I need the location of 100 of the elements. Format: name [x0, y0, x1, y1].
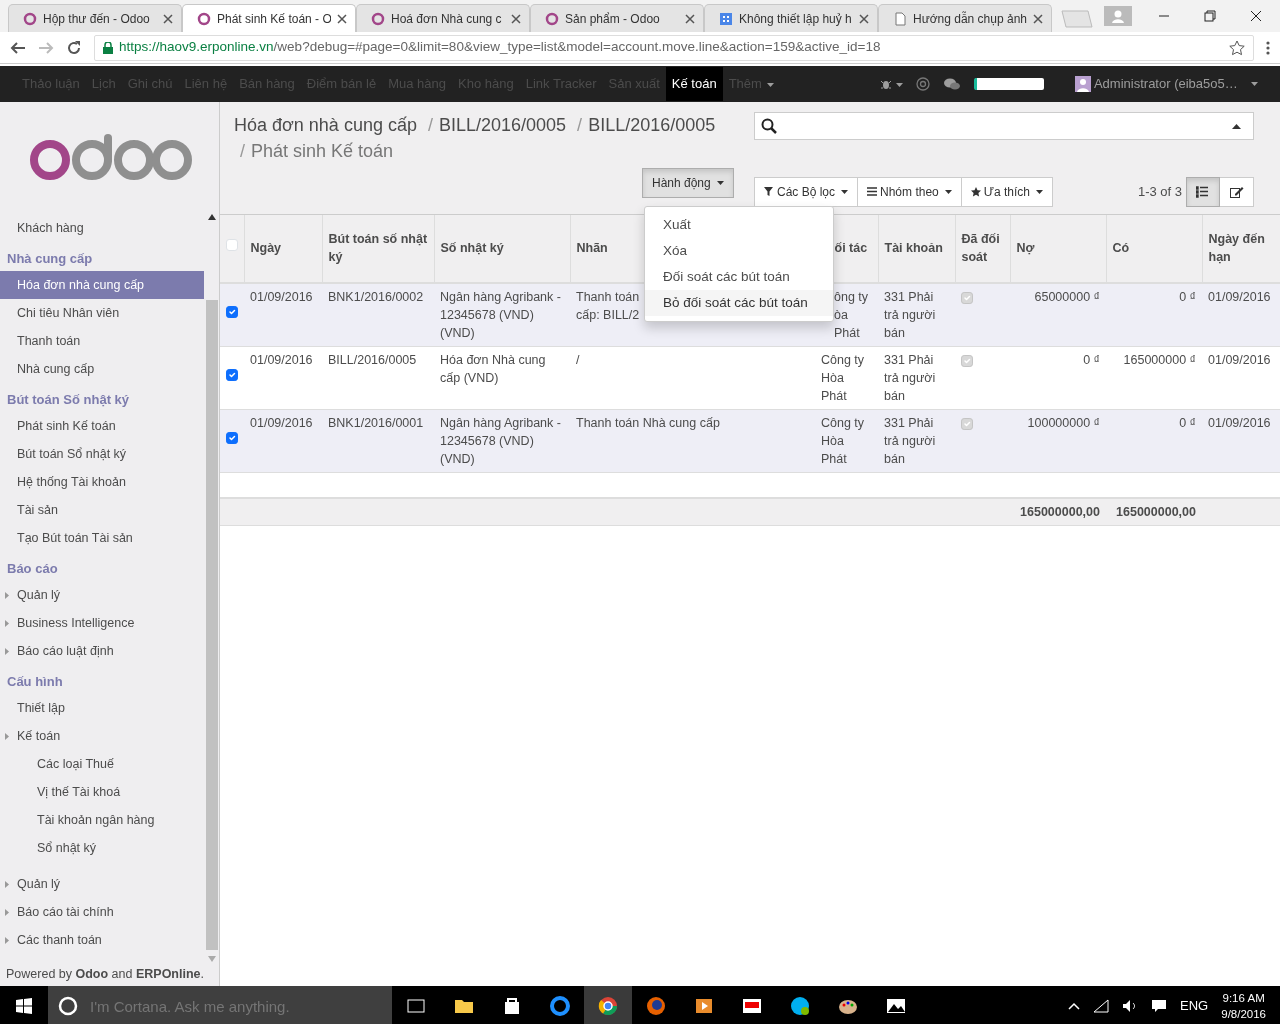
row-checkbox[interactable]	[226, 431, 238, 444]
menu-item[interactable]: Tài khoản ngân hàng	[0, 806, 204, 834]
scrollbar-thumb[interactable]	[206, 300, 218, 950]
table-cell: BILL/2016/0005	[322, 346, 434, 409]
action-button[interactable]: Hành động	[642, 168, 734, 198]
menu-item[interactable]: Kế toán	[0, 722, 204, 750]
task-view-icon[interactable]	[406, 996, 426, 1016]
column-header[interactable]: Số nhật ký	[434, 214, 570, 283]
menu-item[interactable]: Chi tiêu Nhân viên	[0, 299, 204, 327]
caret-icon	[5, 732, 9, 740]
caret-icon	[5, 880, 9, 888]
menu-item[interactable]: Bút toán Sổ nhật ký	[0, 440, 204, 468]
column-header[interactable]: Tài khoản	[878, 214, 955, 283]
skype-icon[interactable]	[790, 996, 810, 1016]
menu-item[interactable]: Thiết lập	[0, 694, 204, 722]
browser-tab[interactable]: Phát sinh Kế toán - O	[182, 4, 356, 32]
chat-icon[interactable]	[942, 77, 961, 91]
column-header[interactable]: Nợ	[1010, 214, 1106, 283]
filter-button[interactable]: Ưa thích	[961, 177, 1053, 207]
row-checkbox[interactable]	[226, 305, 238, 318]
menu-item[interactable]: Tài sản	[0, 496, 204, 524]
table-cell: 331 Phải trả người bán	[878, 282, 955, 346]
breadcrumb[interactable]: BILL/2016/0005	[438, 115, 567, 135]
star-icon[interactable]	[1229, 39, 1245, 56]
document-icon	[893, 11, 907, 26]
photos-icon[interactable]	[886, 996, 906, 1016]
table-cell: 01/09/2016	[244, 282, 322, 346]
close-icon[interactable]	[337, 13, 347, 24]
app-icon[interactable]	[742, 996, 762, 1016]
column-header[interactable]: Ngày	[244, 214, 322, 283]
language-indicator[interactable]: ENG	[1180, 996, 1209, 1016]
view-switch-button[interactable]	[1186, 177, 1220, 207]
menu-item[interactable]: Nhà cung cấp	[0, 355, 204, 383]
column-header[interactable]: Ngày đến hạn	[1202, 214, 1280, 283]
caret-icon	[944, 190, 952, 194]
bug-icon[interactable]	[880, 78, 903, 90]
table-cell: 01/09/2016	[1202, 346, 1280, 409]
total-cell: 165000000,00	[1106, 498, 1202, 526]
table-cell: 0 ₫	[1106, 409, 1202, 472]
browser-tab[interactable]: Hoá đơn Nhà cung c	[356, 4, 530, 32]
menu-item[interactable]: Tạo Bút toán Tài sản	[0, 524, 204, 552]
breadcrumb[interactable]: BILL/2016/0005	[588, 115, 716, 135]
browser-tab[interactable]: Hướng dẫn chụp ảnh	[878, 4, 1052, 32]
address-bar[interactable]: https://haov9.erponline.vn/web?debug=#page=0&limit=80&view_type=list&model=account.move.line&action=159&active_id=18	[94, 34, 1254, 61]
user-menu[interactable]: Administrator (eiba5o5…	[1068, 67, 1264, 101]
select-all-checkbox[interactable]	[226, 238, 238, 251]
filter-button[interactable]: Nhóm theo	[858, 177, 962, 207]
menu-item[interactable]: Business Intelligence	[0, 609, 204, 637]
browser-icon[interactable]	[646, 996, 666, 1016]
menu-section-header: Nhà cung cấp	[6, 249, 94, 268]
menu-item[interactable]: Hóa đơn nhà cung cấp	[0, 271, 204, 299]
menu-item[interactable]: Quản lý	[0, 870, 204, 898]
clock[interactable]: 9:16 AM 9/8/2016	[1221, 990, 1266, 1022]
menu-item[interactable]: Sổ nhật ký	[0, 834, 204, 862]
menu-item[interactable]: Thanh toán	[0, 327, 204, 355]
breadcrumb[interactable]: Hóa đơn nhà cung cấp	[234, 115, 417, 135]
table-cell: BNK1/2016/0002	[322, 282, 434, 346]
row-checkbox[interactable]	[226, 368, 238, 381]
menu-item[interactable]: Báo cáo luật định	[0, 637, 204, 665]
reload-icon[interactable]	[66, 39, 82, 56]
menu-item[interactable]: Các loại Thuế	[0, 750, 204, 778]
browser-icon[interactable]	[598, 996, 618, 1016]
filter-button[interactable]: Các Bộ lọc	[754, 177, 859, 207]
windows-icon[interactable]	[16, 998, 32, 1014]
table-cell: Thanh toán Nhà cung cấp	[570, 409, 815, 472]
view-switch-button[interactable]	[1220, 177, 1254, 207]
media-player-icon[interactable]	[694, 996, 714, 1016]
menu-item[interactable]: Bỏ đối soát các bút toán	[645, 290, 833, 316]
search-field[interactable]	[754, 112, 1254, 140]
table-cell: 0 ₫	[1010, 346, 1106, 409]
menu-item[interactable]: Phát sinh Kế toán	[0, 412, 204, 440]
column-header[interactable]: Bút toán số nhật ký	[322, 214, 434, 283]
back-icon[interactable]	[10, 39, 26, 56]
breadcrumb: Phát sinh Kế toán	[251, 141, 394, 161]
table-cell: Công ty Hòa Phát	[815, 346, 878, 409]
scroll-up-icon[interactable]	[208, 214, 216, 220]
menu-item[interactable]: Các thanh toán	[0, 926, 204, 954]
list-view-icon	[1196, 186, 1210, 198]
table-cell: Ngân hàng Agribank - 12345678 (VND) (VND)	[434, 409, 570, 472]
browser-tab[interactable]: Không thiết lập huỷ h	[704, 4, 878, 32]
grid-icon	[719, 11, 733, 26]
browser-tab[interactable]: Hộp thư đến - Odoo	[8, 4, 182, 32]
chevron-up-icon[interactable]	[1068, 1002, 1081, 1010]
notification-icon[interactable]	[1151, 999, 1168, 1013]
column-header[interactable]: Có	[1106, 214, 1202, 283]
column-header[interactable]: Đã đối soát	[955, 214, 1010, 283]
menu-item[interactable]: Báo cáo tài chính	[0, 898, 204, 926]
close-icon[interactable]	[1250, 10, 1262, 22]
menu-icon[interactable]	[1266, 39, 1270, 56]
menu-item[interactable]: Kế toán	[665, 67, 723, 101]
menu-item[interactable]: Quản lý	[0, 581, 204, 609]
restore-icon[interactable]	[1204, 10, 1216, 22]
menu-item[interactable]: Vị thế Tài khoá	[0, 778, 204, 806]
browser-tab[interactable]: Sản phẩm - Odoo	[530, 4, 704, 32]
store-icon[interactable]	[502, 996, 522, 1016]
caret-up-icon[interactable]	[1232, 123, 1241, 129]
total-cell: 165000000,00	[1010, 498, 1106, 526]
browser-icon[interactable]	[550, 996, 570, 1016]
menu-item[interactable]: Hệ thống Tài khoản	[0, 468, 204, 496]
menu-item[interactable]: Khách hàng	[0, 214, 204, 242]
